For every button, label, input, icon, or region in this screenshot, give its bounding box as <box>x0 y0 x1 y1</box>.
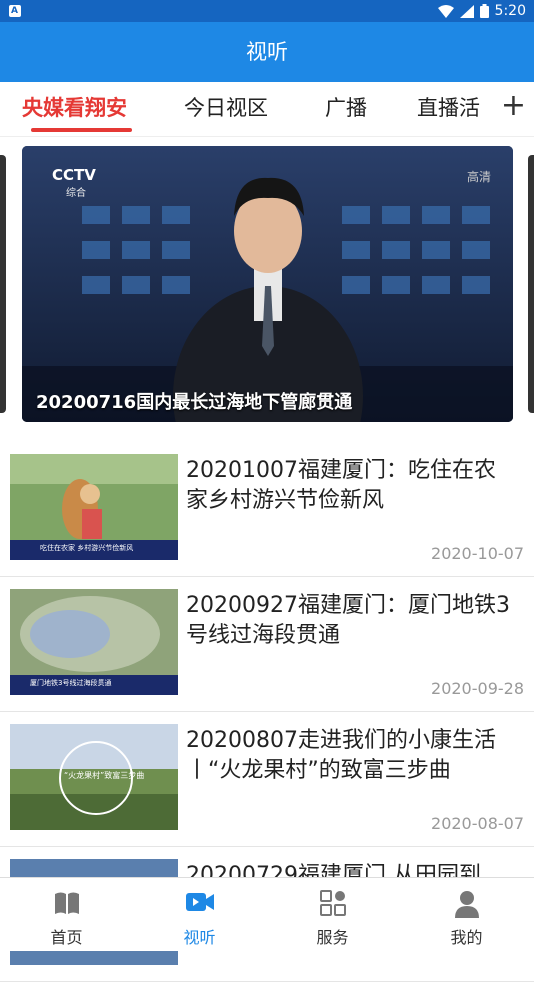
banner-caption: 20200716国内最长过海地下管廊贯通 <box>36 392 353 413</box>
status-time: 5:20 <box>494 3 526 19</box>
nav-home[interactable]: 首页 <box>0 878 133 951</box>
status-bar: A 5:20 <box>0 0 534 22</box>
news-title: 20201007福建厦门：吃住在农家乡村游兴节俭新风 <box>186 458 496 513</box>
add-tab-button[interactable]: + <box>496 88 526 124</box>
app-bar: 视听 <box>0 22 534 82</box>
nav-service[interactable]: 服务 <box>266 878 399 951</box>
cctv-logo-sub: 综合 <box>66 188 86 199</box>
notification-icon: A <box>9 5 21 17</box>
news-date: 2020-08-07 <box>431 814 524 833</box>
carousel-next-peek[interactable] <box>528 155 534 413</box>
signal-icon <box>459 4 474 18</box>
cctv-logo: CCTV <box>52 166 96 184</box>
person-icon <box>454 891 479 918</box>
thumbnail-caption: “火龙果村”致富三步曲 <box>64 771 145 780</box>
active-tab-indicator <box>31 128 132 132</box>
battery-icon <box>479 4 489 18</box>
category-tabs: 央媒看翔安 今日视区 广播 直播活 + <box>0 82 534 137</box>
news-title: 20200927福建厦门：厦门地铁3号线过海段贯通 <box>186 593 510 648</box>
tab-broadcast[interactable]: 广播 <box>325 92 367 122</box>
list-item[interactable]: 吃住在农家 乡村游兴节俭新风 20201007福建厦门：吃住在农家乡村游兴节俭新… <box>0 442 534 577</box>
video-camera-icon <box>185 893 214 911</box>
news-date: 2020-10-07 <box>431 544 524 563</box>
featured-banner[interactable]: CCTV 综合 高清 20200716国内最长过海地下管廊贯通 <box>22 146 513 422</box>
news-title: 20200807走进我们的小康生活丨“火龙果村”的致富三步曲 <box>186 728 496 783</box>
news-thumbnail: 吃住在农家 乡村游兴节俭新风 <box>10 454 178 560</box>
list-item[interactable]: “火龙果村”致富三步曲 20200807走进我们的小康生活丨“火龙果村”的致富三… <box>0 712 534 847</box>
banner-image <box>22 146 513 422</box>
list-item[interactable]: 厦门地铁3号线过海段贯通 20200927福建厦门：厦门地铁3号线过海段贯通 2… <box>0 577 534 712</box>
thumbnail-caption: 厦门地铁3号线过海段贯通 <box>30 679 112 687</box>
wifi-icon <box>437 4 454 18</box>
nav-media-label: 视听 <box>183 928 216 947</box>
nav-profile[interactable]: 我的 <box>400 878 533 951</box>
tab-yangmei[interactable]: 央媒看翔安 <box>22 92 127 122</box>
nav-home-label: 首页 <box>50 928 83 947</box>
nav-profile-label: 我的 <box>450 928 483 947</box>
book-icon <box>54 892 79 914</box>
nav-service-label: 服务 <box>316 928 349 947</box>
page-title: 视听 <box>246 40 288 64</box>
tab-live[interactable]: 直播活 <box>417 92 480 122</box>
grid-icon <box>319 890 346 916</box>
news-thumbnail: 厦门地铁3号线过海段贯通 <box>10 589 178 695</box>
bottom-nav: 首页 视听 服务 我的 <box>0 877 534 951</box>
carousel-prev-peek[interactable] <box>0 155 6 413</box>
hd-badge: 高清 <box>466 170 491 184</box>
news-thumbnail: “火龙果村”致富三步曲 <box>10 724 178 830</box>
news-date: 2020-09-28 <box>431 679 524 698</box>
status-icons: 5:20 <box>437 2 526 20</box>
nav-media[interactable]: 视听 <box>133 878 266 951</box>
thumbnail-caption: 吃住在农家 乡村游兴节俭新风 <box>40 544 134 552</box>
tab-today[interactable]: 今日视区 <box>184 92 268 122</box>
